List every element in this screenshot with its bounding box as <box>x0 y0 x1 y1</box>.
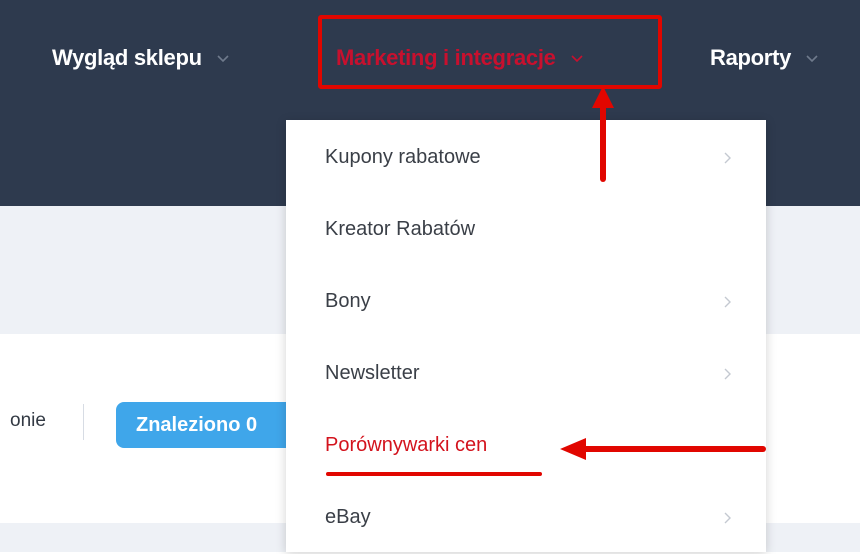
chevron-down-icon <box>805 53 819 63</box>
menu-item-kupony-rabatowe[interactable]: Kupony rabatowe <box>286 122 766 194</box>
menu-item-label: Bony <box>325 290 371 312</box>
chevron-down-icon <box>216 53 230 63</box>
menu-item-label: Newsletter <box>325 362 420 384</box>
menu-item-ebay[interactable]: eBay <box>286 482 766 554</box>
menu-item-bony[interactable]: Bony <box>286 266 766 338</box>
nav-item-label: Raporty <box>710 45 792 70</box>
marketing-dropdown-menu: Kupony rabatowe Kreator Rabatów Bony New… <box>286 120 766 552</box>
chevron-right-icon <box>722 366 732 387</box>
menu-item-label: Porównywarki cen <box>325 434 488 456</box>
nav-item-raporty[interactable]: Raporty <box>710 40 819 76</box>
toolbar-divider <box>83 404 84 440</box>
chevron-right-icon <box>722 150 732 171</box>
menu-item-label: Kupony rabatowe <box>325 146 481 168</box>
menu-item-label: eBay <box>325 506 371 528</box>
toolbar-text: onie <box>10 410 46 431</box>
chevron-right-icon <box>722 510 732 531</box>
menu-item-newsletter[interactable]: Newsletter <box>286 338 766 410</box>
nav-item-label: Wygląd sklepu <box>52 45 202 70</box>
menu-item-label: Kreator Rabatów <box>325 218 476 240</box>
nav-item-wyglad-sklepu[interactable]: Wygląd sklepu <box>52 40 230 76</box>
chevron-right-icon <box>722 294 732 315</box>
annotation-highlight-box <box>318 15 662 89</box>
annotation-underline <box>326 472 542 476</box>
menu-item-kreator-rabatow[interactable]: Kreator Rabatów <box>286 194 766 266</box>
